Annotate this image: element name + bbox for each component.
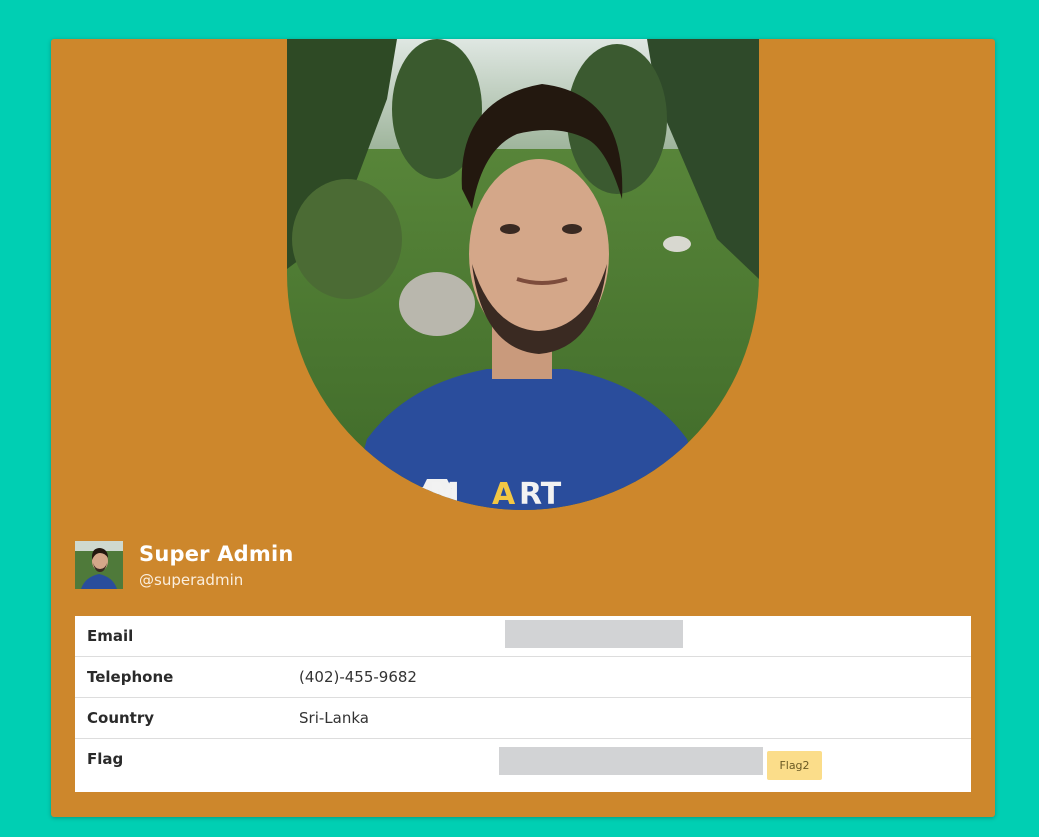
country-label: Country [87, 709, 155, 727]
table-row-country: Country Sri-Lanka [75, 697, 971, 739]
svg-text:sM: sM [412, 477, 460, 510]
table-row-telephone: Telephone (402)-455-9682 [75, 656, 971, 698]
email-label: Email [87, 627, 134, 645]
flag-value-redacted [499, 747, 763, 775]
profile-header: Super Admin @superadmin [75, 541, 294, 589]
svg-text:A: A [492, 477, 516, 510]
flag2-badge[interactable]: Flag2 [767, 751, 822, 780]
profile-full-name: Super Admin [139, 542, 294, 566]
profile-username: @superadmin [139, 571, 244, 589]
telephone-label: Telephone [87, 668, 174, 686]
profile-card: sM A RT Super Admin @superadmin Email Te… [51, 39, 995, 817]
table-row-flag: Flag Flag2 [75, 738, 971, 792]
table-row-email: Email [75, 616, 971, 657]
svg-text:RT: RT [519, 477, 562, 510]
email-value-redacted [505, 620, 683, 648]
cover-photo: sM A RT [287, 39, 759, 510]
avatar[interactable] [75, 541, 123, 589]
country-value: Sri-Lanka [299, 709, 369, 727]
flag-label: Flag [87, 750, 124, 768]
telephone-value: (402)-455-9682 [299, 668, 417, 686]
profile-details-table: Email Telephone (402)-455-9682 Country S… [75, 616, 971, 792]
